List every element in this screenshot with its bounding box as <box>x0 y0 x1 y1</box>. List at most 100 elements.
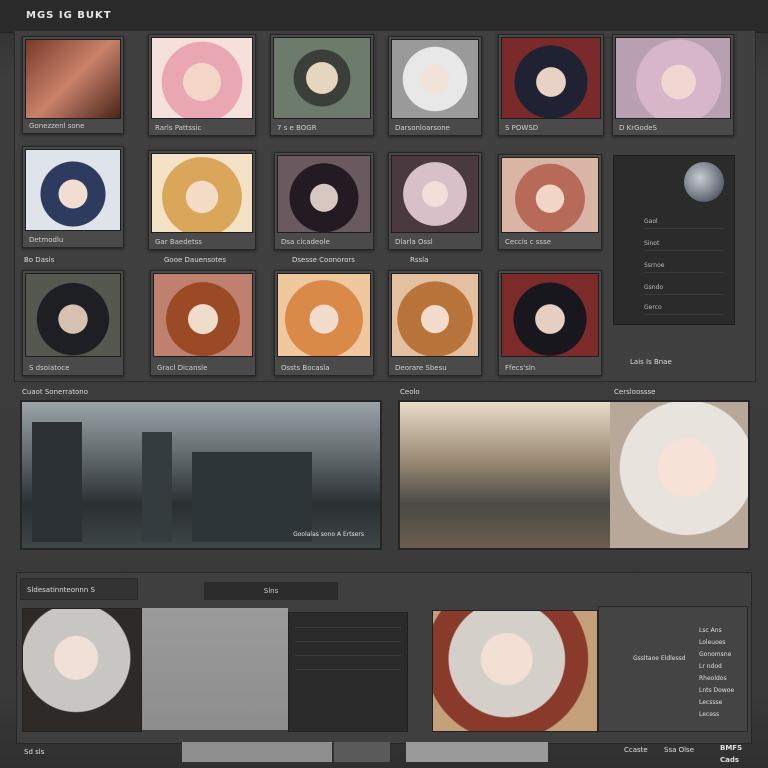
thumbnail-image <box>391 39 479 119</box>
tile-caption: Gar Baedetss <box>155 238 203 246</box>
footer-bar[interactable] <box>406 742 548 762</box>
detail-list[interactable] <box>288 612 408 732</box>
row-label: Bo Dasis <box>24 256 55 264</box>
list-item[interactable] <box>295 647 401 656</box>
tile-caption: Darsonloarsone <box>395 124 450 132</box>
preview-area <box>142 608 288 730</box>
thumbnail-image <box>153 273 253 357</box>
gallery-tile[interactable]: Gar Baedetss <box>148 150 256 250</box>
thumbnail-image <box>273 37 371 119</box>
detail-header: Sldesatinnteonnn S <box>20 578 138 600</box>
footer-left[interactable]: Sd sls <box>24 748 44 756</box>
info-label: Rheoldos <box>699 675 727 682</box>
info-label: Gonomsne <box>699 651 732 658</box>
footer-right-2: Ssa Olse <box>664 746 695 754</box>
thumbnail-image <box>151 153 253 233</box>
footer-right-1: Ccaste <box>624 746 648 754</box>
landscape-banner[interactable]: Goolalas sono A Ertsers <box>20 400 382 550</box>
list-item[interactable] <box>295 633 401 642</box>
tile-caption: Ceccis c ssse <box>505 238 552 246</box>
gallery-tile[interactable]: 7 s e BOGR <box>270 34 374 136</box>
tile-caption: D KrGodeS <box>619 124 657 132</box>
tile-caption: Detmodlu <box>29 236 64 244</box>
detail-button[interactable]: Slns <box>204 582 338 600</box>
gallery-tile[interactable]: D KrGodeS <box>612 34 734 136</box>
sidebar-row[interactable]: Gerco <box>644 304 724 315</box>
tile-caption: Gracl Dicansle <box>157 364 208 372</box>
section-label-left: Cuaot Sonerratono <box>22 388 89 396</box>
thumbnail-image <box>25 39 121 119</box>
footer-right-3: BMFS <box>720 744 743 752</box>
detail-portrait[interactable] <box>22 608 142 732</box>
tower-silhouette <box>142 432 172 542</box>
info-label: Lr ndod <box>699 663 722 670</box>
app-title: MGS IG BUKT <box>26 10 112 21</box>
tile-caption: Gonezzenl sone <box>29 122 85 130</box>
tile-caption: S dsoiatoce <box>29 364 70 372</box>
banner-caption: Goolalas sono A Ertsers <box>293 531 364 538</box>
footer-bar[interactable] <box>334 742 390 762</box>
footer-bar[interactable] <box>182 742 332 762</box>
thumbnail-image <box>501 37 601 119</box>
footer-right-4: Cads <box>720 756 740 764</box>
tower-silhouette <box>32 422 82 542</box>
list-item[interactable] <box>295 661 401 670</box>
tile-caption: Dlarla Ossl <box>395 238 433 246</box>
sidebar-row[interactable]: Gsndo <box>644 284 724 295</box>
info-box: Gssltaoe Eldlessd Lsc Ans Loleuoes Gonom… <box>598 606 748 732</box>
thumbnail-image <box>501 273 599 357</box>
ruins-silhouette <box>192 452 312 542</box>
moon-image <box>684 162 724 202</box>
gallery-tile[interactable]: Rarls Pattssic <box>148 34 256 136</box>
sidebar-footer: Lais Is Bnae <box>630 358 672 366</box>
row-label: Dsesse Coonorors <box>292 256 355 264</box>
gallery-tile[interactable]: S dsoiatoce <box>22 270 124 376</box>
tile-caption: S POWSD <box>505 124 539 132</box>
thumbnail-image <box>277 273 371 357</box>
info-label: Loleuoes <box>699 639 726 646</box>
info-center: Gssltaoe Eldlessd <box>633 655 686 662</box>
tile-caption: Ossts Bocasla <box>281 364 330 372</box>
tile-caption: Rarls Pattssic <box>155 124 202 132</box>
gallery-tile[interactable]: Ffecs'sln <box>498 270 602 376</box>
gallery-tile[interactable]: Dlarla Ossl <box>388 152 482 250</box>
tile-caption: Dsa cicadeole <box>281 238 330 246</box>
title-bar: MGS IG BUKT <box>0 0 768 33</box>
info-label: Lecssse <box>699 699 723 706</box>
section-label-right-2: Cersloossse <box>614 388 656 396</box>
gallery-tile[interactable]: S POWSD <box>498 34 604 136</box>
gallery-tile[interactable]: Ossts Bocasla <box>274 270 374 376</box>
info-label: Lsc Ans <box>699 627 722 634</box>
gallery-tile[interactable]: Darsonloarsone <box>388 36 482 136</box>
info-label: Lecess <box>699 711 720 718</box>
sidebar-row[interactable]: Sinot <box>644 240 724 251</box>
row-label: Gooe Dauensotes <box>164 256 227 264</box>
tile-caption: Ffecs'sln <box>505 364 536 372</box>
thumbnail-image <box>501 157 599 233</box>
thumbnail-image <box>391 155 479 233</box>
gallery-tile[interactable]: Dsa cicadeole <box>274 152 374 250</box>
gallery-tile[interactable]: Gracl Dicansle <box>150 270 256 376</box>
info-label: Lnts Dowoe <box>699 687 735 694</box>
tile-caption: Deorare Sbesu <box>395 364 447 372</box>
list-item[interactable] <box>295 619 401 628</box>
row-label: Rssla <box>410 256 429 264</box>
thumbnail-image <box>277 155 371 233</box>
gallery-tile[interactable]: Detmodlu <box>22 146 124 248</box>
info-sidebar: Gaol Sinot Ssrnoe Gsndo Gerco <box>613 155 735 325</box>
tile-caption: 7 s e BOGR <box>277 124 317 132</box>
detail-portrait-2[interactable] <box>432 610 598 732</box>
sidebar-row[interactable]: Gaol <box>644 218 724 229</box>
thumbnail-image <box>391 273 479 357</box>
thumbnail-image <box>25 273 121 357</box>
character-banner[interactable] <box>398 400 750 550</box>
character-portrait <box>610 402 748 548</box>
gallery-tile[interactable]: Deorare Sbesu <box>388 270 482 376</box>
thumbnail-image <box>25 149 121 231</box>
gallery-tile[interactable]: Gonezzenl sone <box>22 36 124 134</box>
section-label-right: Ceolo <box>400 388 420 396</box>
thumbnail-image <box>151 37 253 119</box>
sidebar-row[interactable]: Ssrnoe <box>644 262 724 273</box>
thumbnail-image <box>615 37 731 119</box>
gallery-tile[interactable]: Ceccis c ssse <box>498 154 602 250</box>
